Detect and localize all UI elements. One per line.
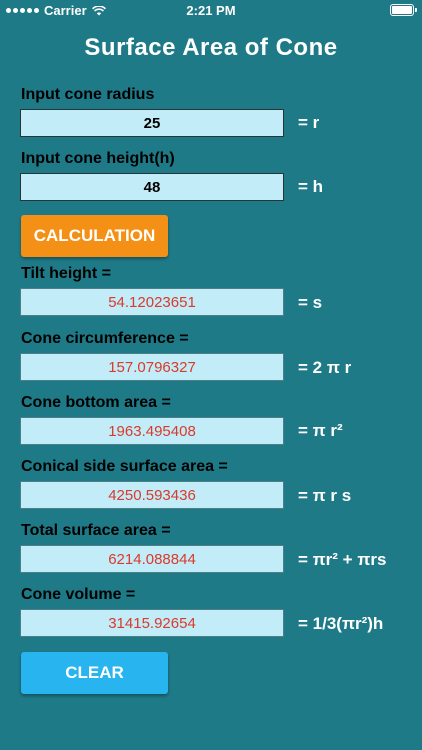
radius-suffix: = r (298, 113, 320, 132)
radius-label: Input cone radius (21, 86, 155, 103)
circumference-output: 157.0796327 (20, 353, 284, 381)
height-input[interactable]: 48 (20, 173, 284, 201)
radius-input[interactable]: 25 (20, 109, 284, 137)
side-area-label: Conical side surface area = (21, 458, 228, 475)
volume-output: 31415.92654 (20, 609, 284, 637)
status-time: 2:21 PM (186, 3, 236, 18)
clear-button[interactable]: CLEAR (21, 652, 168, 694)
total-area-output: 6214.088844 (20, 545, 284, 573)
page-title: Surface Area of Cone (84, 34, 338, 61)
side-area-formula: = π r s (298, 486, 352, 505)
total-area-formula: = πr² + πrs (298, 550, 387, 569)
total-area-label: Total surface area = (21, 522, 171, 539)
status-bar: Carrier 2:21 PM (0, 0, 422, 22)
bottom-area-formula: = π r² (298, 421, 343, 440)
circumference-formula: = 2 π r (298, 358, 352, 377)
volume-formula: = 1/3(πr²)h (298, 614, 384, 633)
circumference-label: Cone circumference = (21, 330, 189, 347)
tilt-height-output: 54.12023651 (20, 288, 284, 316)
tilt-height-label: Tilt height = (21, 265, 111, 282)
battery-icon (390, 4, 417, 16)
tilt-height-formula: = s (298, 293, 323, 312)
height-label: Input cone height(h) (21, 150, 175, 167)
height-suffix: = h (298, 177, 324, 196)
volume-label: Cone volume = (21, 586, 136, 603)
bottom-area-label: Cone bottom area = (21, 394, 171, 411)
bottom-area-output: 1963.495408 (20, 417, 284, 445)
side-area-output: 4250.593436 (20, 481, 284, 509)
calculation-button[interactable]: CALCULATION (21, 215, 168, 257)
